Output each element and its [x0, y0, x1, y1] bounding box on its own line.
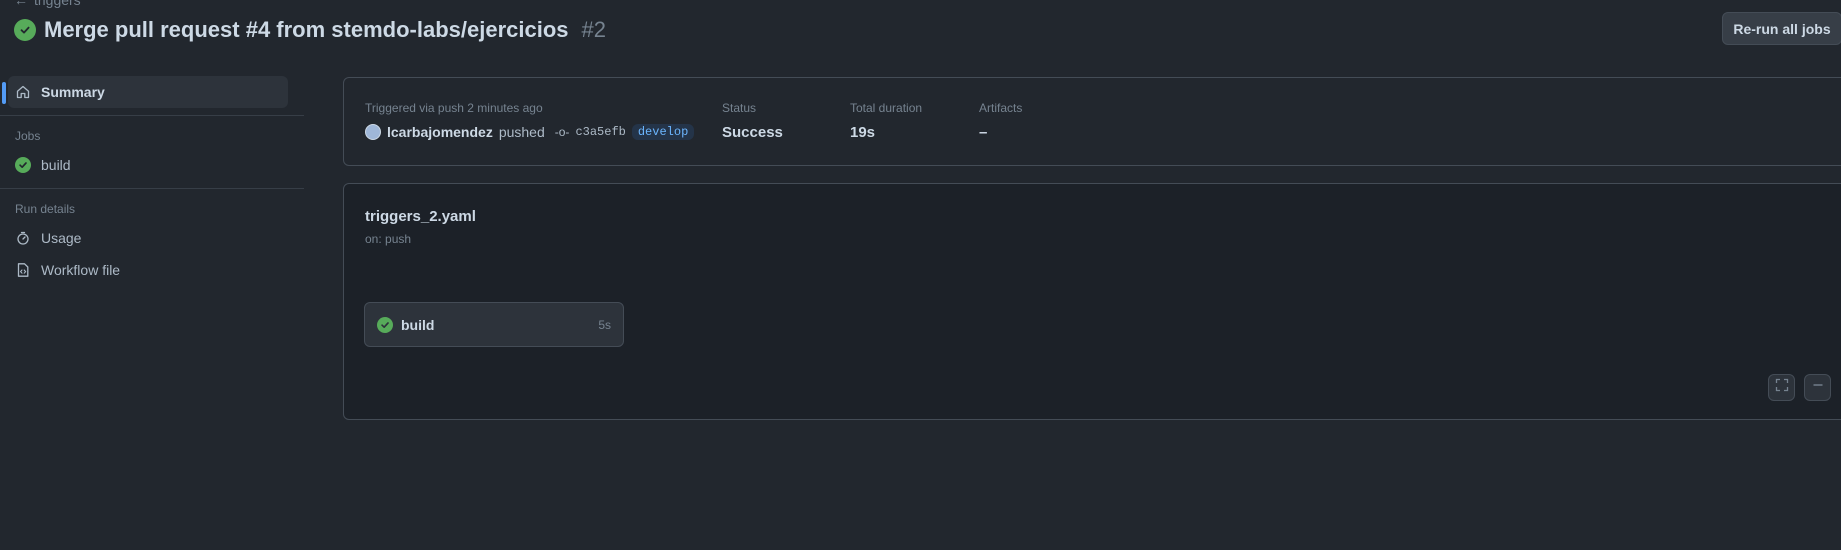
sidebar-divider [0, 115, 304, 116]
status-value: Success [722, 124, 783, 141]
file-code-icon [15, 262, 31, 278]
job-duration: 5s [598, 317, 611, 332]
sidebar-item-workflow-file[interactable]: Workflow file [0, 254, 304, 286]
check-circle-icon [14, 19, 36, 41]
home-icon [15, 84, 31, 100]
check-circle-icon [377, 316, 393, 333]
commit-sha-link[interactable]: c3a5efb [575, 125, 625, 139]
sidebar-item-label: Workflow file [41, 262, 121, 278]
status-label: Status [722, 101, 757, 115]
run-title: Merge pull request #4 from stemdo-labs/e… [44, 17, 569, 42]
check-circle-icon [15, 157, 31, 173]
back-link[interactable]: ← triggers [14, 0, 81, 8]
rerun-all-jobs-button[interactable]: Re-run all jobs [1722, 12, 1841, 45]
workflow-file-name: triggers_2.yaml [365, 208, 476, 225]
sidebar-item-label: build [41, 157, 71, 173]
job-name: build [401, 316, 435, 333]
sidebar-divider [0, 188, 304, 189]
run-summary-card: Triggered via push 2 minutes ago lcarbaj… [343, 77, 1841, 166]
page-title: Merge pull request #4 from stemdo-labs/e… [14, 17, 606, 43]
sidebar-item-summary[interactable]: Summary [2, 76, 288, 108]
duration-value: 19s [850, 124, 876, 141]
zoom-out-button[interactable] [1804, 374, 1831, 401]
fullscreen-icon [1775, 378, 1789, 397]
job-node-build[interactable]: build 5s [364, 302, 624, 347]
actor-link[interactable]: lcarbajomendez [387, 124, 493, 140]
run-details-heading: Run details [15, 202, 76, 216]
artifacts-value: – [979, 124, 988, 141]
workflow-trigger: on: push [365, 232, 412, 246]
trigger-details: lcarbajomendez pushed -o- c3a5efb develo… [365, 124, 695, 140]
sidebar-item-job-build[interactable]: build [0, 149, 304, 181]
trigger-label: Triggered via push 2 minutes ago [365, 101, 543, 115]
sidebar-item-label: Usage [41, 230, 82, 246]
fullscreen-button[interactable] [1768, 374, 1795, 401]
stopwatch-icon [15, 230, 31, 246]
branch-tag[interactable]: develop [631, 124, 695, 140]
artifacts-label: Artifacts [979, 101, 1023, 115]
back-link-label: triggers [34, 0, 81, 8]
minus-icon [1811, 378, 1825, 397]
workflow-graph-card: triggers_2.yaml on: push build 5s [343, 183, 1841, 420]
sidebar-item-usage[interactable]: Usage [0, 222, 304, 254]
sidebar: Summary Jobs build Run details Usage Wor… [0, 76, 304, 286]
jobs-heading: Jobs [15, 129, 41, 143]
arrow-left-icon: ← [14, 0, 28, 8]
sidebar-item-label: Summary [41, 84, 105, 100]
git-commit-icon: -o- [554, 125, 570, 139]
avatar[interactable] [365, 124, 381, 140]
duration-label: Total duration [850, 101, 923, 115]
run-number: #2 [581, 17, 606, 42]
push-action: pushed [498, 124, 545, 140]
